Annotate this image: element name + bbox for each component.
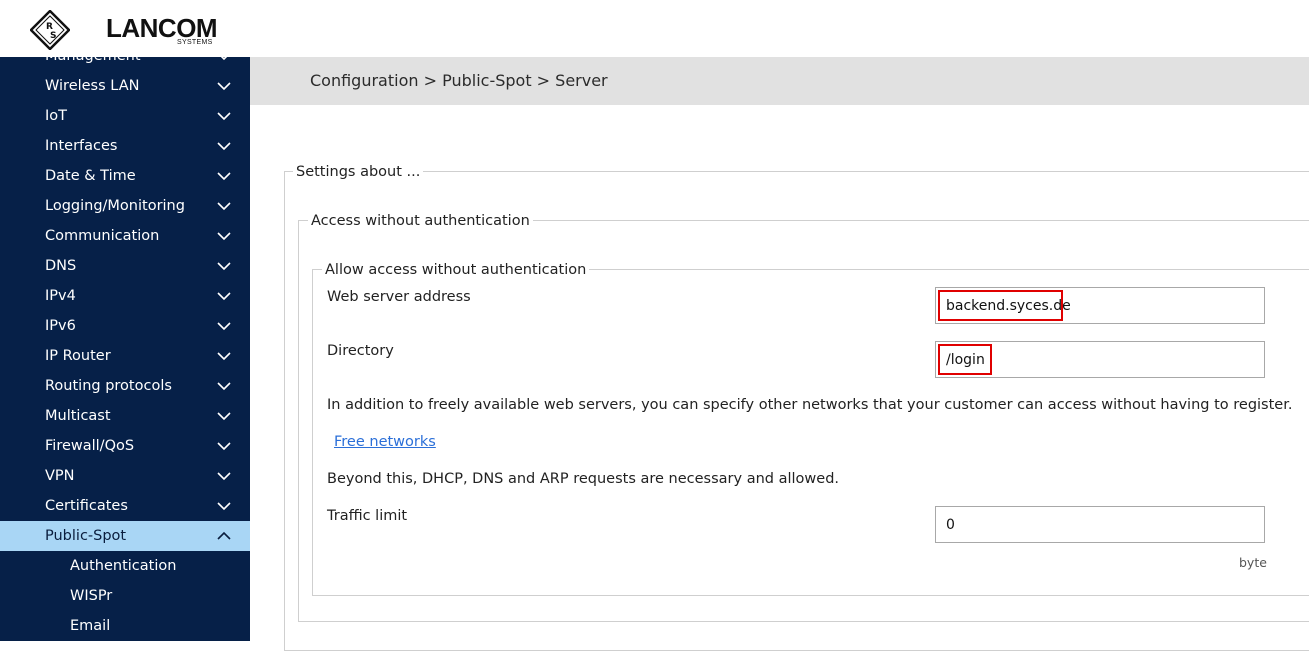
access-legend: Access without authentication	[308, 212, 533, 230]
svg-text:S: S	[50, 31, 56, 41]
chevron-down-icon	[217, 172, 231, 181]
sidebar-item-label: Wireless LAN	[45, 78, 140, 94]
sidebar-item-label: Logging/Monitoring	[45, 198, 185, 214]
chevron-down-icon	[217, 412, 231, 421]
breadcrumb-bar: Configuration > Public-Spot > Server	[250, 57, 1309, 105]
sidebar-item-routing-protocols[interactable]: Routing protocols	[0, 371, 250, 401]
rs-logo-icon: R S	[30, 10, 70, 50]
traffic-limit-input[interactable]	[935, 506, 1265, 543]
chevron-down-icon	[217, 352, 231, 361]
chevron-down-icon	[217, 502, 231, 511]
sidebar-item-firewall-qos[interactable]: Firewall/QoS	[0, 431, 250, 461]
sidebar-item-label: Certificates	[45, 498, 128, 514]
chevron-down-icon	[217, 82, 231, 91]
sidebar-item-vpn[interactable]: VPN	[0, 461, 250, 491]
traffic-limit-label: Traffic limit	[327, 508, 408, 524]
sidebar-item-wireless-lan[interactable]: Wireless LAN	[0, 71, 250, 101]
web-server-address-value: backend.syces.de	[946, 298, 1071, 314]
sidebar-item-communication[interactable]: Communication	[0, 221, 250, 251]
sidebar-subitem-label: Authentication	[70, 558, 177, 574]
chevron-down-icon	[217, 202, 231, 211]
settings-legend: Settings about ...	[293, 163, 424, 181]
sidebar-item-ipv4[interactable]: IPv4	[0, 281, 250, 311]
sidebar-item-date-time[interactable]: Date & Time	[0, 161, 250, 191]
chevron-down-icon	[217, 442, 231, 451]
sidebar-item-management[interactable]: Management	[0, 57, 250, 71]
chevron-down-icon	[217, 292, 231, 301]
sidebar-item-label: VPN	[45, 468, 75, 484]
sidebar-item-label: Management	[45, 57, 141, 71]
sidebar-item-iot[interactable]: IoT	[0, 101, 250, 131]
chevron-down-icon	[217, 112, 231, 121]
chevron-down-icon	[217, 472, 231, 481]
sidebar-item-label: Communication	[45, 228, 160, 244]
sidebar-subitem-authentication[interactable]: Authentication	[0, 551, 250, 581]
sidebar-item-label: IPv6	[45, 318, 76, 334]
sidebar-item-label: IPv4	[45, 288, 76, 304]
sidebar-item-label: Firewall/QoS	[45, 438, 135, 454]
free-networks-link[interactable]: Free networks	[334, 434, 436, 450]
breadcrumb: Configuration > Public-Spot > Server	[310, 71, 608, 90]
sidebar-item-label: DNS	[45, 258, 77, 274]
chevron-down-icon	[217, 322, 231, 331]
sidebar-subitem-wispr[interactable]: WISPr	[0, 581, 250, 611]
sidebar-item-logging-monitoring[interactable]: Logging/Monitoring	[0, 191, 250, 221]
web-server-address-label: Web server address	[327, 289, 471, 305]
sidebar-item-ipv6[interactable]: IPv6	[0, 311, 250, 341]
chevron-down-icon	[217, 232, 231, 241]
traffic-limit-unit: byte	[1239, 555, 1267, 570]
directory-label: Directory	[327, 343, 394, 359]
chevron-down-icon	[217, 142, 231, 151]
sidebar-item-dns[interactable]: DNS	[0, 251, 250, 281]
chevron-down-icon	[220, 57, 228, 61]
sidebar-item-interfaces[interactable]: Interfaces	[0, 131, 250, 161]
sidebar-subitem-label: Email	[70, 618, 111, 634]
sidebar-item-label: Date & Time	[45, 168, 136, 184]
sidebar-subitem-email[interactable]: Email	[0, 611, 250, 641]
sidebar-item-label: Routing protocols	[45, 378, 172, 394]
sidebar-item-public-spot[interactable]: Public-Spot	[0, 521, 250, 551]
sidebar-item-multicast[interactable]: Multicast	[0, 401, 250, 431]
sidebar-item-label: Multicast	[45, 408, 111, 424]
sidebar-item-certificates[interactable]: Certificates	[0, 491, 250, 521]
sidebar-item-ip-router[interactable]: IP Router	[0, 341, 250, 371]
chevron-down-icon	[217, 382, 231, 391]
sidebar-item-label: Public-Spot	[45, 528, 127, 544]
directory-value: /login	[946, 352, 985, 368]
chevron-up-icon	[217, 531, 231, 540]
sidebar-item-label: IP Router	[45, 348, 111, 364]
sidebar-item-label: Interfaces	[45, 138, 118, 154]
dhcp-dns-arp-note: Beyond this, DHCP, DNS and ARP requests …	[327, 471, 840, 487]
sidebar-subitem-label: WISPr	[70, 588, 113, 604]
sidebar-item-label: IoT	[45, 108, 68, 124]
sidebar-nav: Management Wireless LAN IoT Interfaces D…	[0, 57, 250, 641]
allow-access-legend: Allow access without authentication	[322, 261, 590, 279]
header-bar: R S LANCOM SYSTEMS	[0, 0, 1309, 57]
chevron-down-icon	[217, 262, 231, 271]
brand-subtitle: SYSTEMS	[177, 39, 213, 46]
traffic-limit-value: 0	[946, 517, 955, 533]
free-networks-info-text: In addition to freely available web serv…	[327, 397, 1293, 413]
